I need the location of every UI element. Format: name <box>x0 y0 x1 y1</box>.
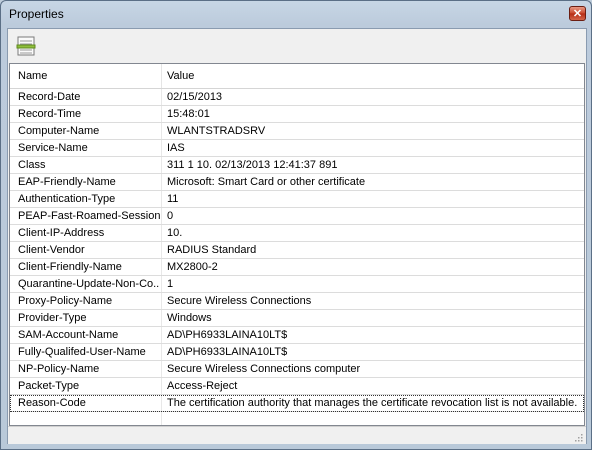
row-name-cell: Client-Friendly-Name <box>18 261 122 273</box>
row-value-cell: AD\PH6933LAINA10LT$ <box>167 346 288 358</box>
row-name-cell: EAP-Friendly-Name <box>18 176 116 188</box>
column-divider[interactable] <box>161 64 162 88</box>
column-header-value[interactable]: Value <box>167 70 194 82</box>
status-bar <box>8 426 586 444</box>
properties-table[interactable]: Name Value Record-Date 02/15/2013 Record-T… <box>9 63 585 426</box>
row-value-cell: 0 <box>167 210 174 222</box>
row-value-cell: 311 1 10. 02/13/2013 12:41:37 891 <box>167 159 338 171</box>
row-value-cell: WLANTSTRADSRV <box>167 125 266 137</box>
resize-grip-icon[interactable] <box>574 433 583 442</box>
row-name-cell: Packet-Type <box>18 380 80 392</box>
row-name-cell: Authentication-Type <box>18 193 116 205</box>
close-icon: ✕ <box>572 8 583 20</box>
row-name-cell: Client-Vendor <box>18 244 85 256</box>
table-row[interactable]: Packet-Type Access-Reject <box>10 378 584 395</box>
row-value-cell: 11 <box>167 193 179 205</box>
table-row[interactable]: Reason-Code The certification authority t… <box>10 395 584 412</box>
row-value-cell: 10. <box>167 227 183 239</box>
table-row[interactable]: Class 311 1 10. 02/13/2013 12:41:37 891 <box>10 157 584 174</box>
table-row[interactable]: Provider-Type Windows <box>10 310 584 327</box>
table-body: Record-Date 02/15/2013 Record-Time 15:48:01… <box>10 89 584 412</box>
row-name-cell: Record-Date <box>18 91 81 103</box>
row-value-cell: Microsoft: Smart Card or other certifica… <box>167 176 366 188</box>
row-name-cell: Fully-Qualifed-User-Name <box>18 346 146 358</box>
table-row[interactable]: PEAP-Fast-Roamed-Session 0 <box>10 208 584 225</box>
row-value-cell: MX2800-2 <box>167 261 218 273</box>
properties-list-icon <box>16 36 36 56</box>
row-value-cell: 1 <box>167 278 174 290</box>
table-row[interactable]: EAP-Friendly-Name Microsoft: Smart Card o… <box>10 174 584 191</box>
table-row[interactable]: Client-Vendor RADIUS Standard <box>10 242 584 259</box>
column-header-name[interactable]: Name <box>18 70 47 82</box>
row-name-cell: Record-Time <box>18 108 82 120</box>
table-row[interactable]: Authentication-Type 11 <box>10 191 584 208</box>
table-row[interactable]: Fully-Qualifed-User-Name AD\PH6933LAINA10… <box>10 344 584 361</box>
table-row[interactable]: Record-Date 02/15/2013 <box>10 89 584 106</box>
table-row[interactable]: Client-Friendly-Name MX2800-2 <box>10 259 584 276</box>
properties-window: Properties ✕ Name Value Record-Date 02/1… <box>0 0 592 450</box>
window-title: Properties <box>9 7 64 21</box>
row-value-cell: Access-Reject <box>167 380 238 392</box>
row-name-cell: Quarantine-Update-Non-Co... <box>18 278 160 290</box>
table-row[interactable]: Client-IP-Address 10. <box>10 225 584 242</box>
table-row[interactable]: SAM-Account-Name AD\PH6933LAINA10LT$ <box>10 327 584 344</box>
row-name-cell: Service-Name <box>18 142 88 154</box>
row-name-cell: Reason-Code <box>18 397 86 409</box>
row-name-cell: Class <box>18 159 46 171</box>
row-value-cell: The certification authority that manages… <box>167 397 581 409</box>
table-row[interactable]: Quarantine-Update-Non-Co... 1 <box>10 276 584 293</box>
table-row[interactable]: Record-Time 15:48:01 <box>10 106 584 123</box>
title-bar[interactable]: Properties ✕ <box>1 1 591 27</box>
row-value-cell: AD\PH6933LAINA10LT$ <box>167 329 288 341</box>
table-header: Name Value <box>10 64 584 89</box>
row-value-cell: 02/15/2013 <box>167 91 223 103</box>
row-name-cell: NP-Policy-Name <box>18 363 100 375</box>
row-value-cell: IAS <box>167 142 185 154</box>
row-value-cell: 15:48:01 <box>167 108 210 120</box>
table-row[interactable]: Proxy-Policy-Name Secure Wireless Connect… <box>10 293 584 310</box>
table-row[interactable]: Computer-Name WLANTSTRADSRV <box>10 123 584 140</box>
toolbar <box>8 29 586 62</box>
row-name-cell: SAM-Account-Name <box>18 329 119 341</box>
window-client-area: Name Value Record-Date 02/15/2013 Record-T… <box>7 28 587 444</box>
row-name-cell: Proxy-Policy-Name <box>18 295 113 307</box>
row-value-cell: Secure Wireless Connections <box>167 295 312 307</box>
row-name-cell: Client-IP-Address <box>18 227 105 239</box>
row-value-cell: Windows <box>167 312 212 324</box>
properties-list-button[interactable] <box>15 35 37 57</box>
row-name-cell: PEAP-Fast-Roamed-Session <box>18 210 160 222</box>
row-name-cell: Computer-Name <box>18 125 100 137</box>
row-value-cell: RADIUS Standard <box>167 244 257 256</box>
table-row[interactable]: NP-Policy-Name Secure Wireless Connection… <box>10 361 584 378</box>
close-button[interactable]: ✕ <box>569 6 586 21</box>
row-name-cell: Provider-Type <box>18 312 87 324</box>
table-row[interactable]: Service-Name IAS <box>10 140 584 157</box>
row-value-cell: Secure Wireless Connections computer <box>167 363 361 375</box>
